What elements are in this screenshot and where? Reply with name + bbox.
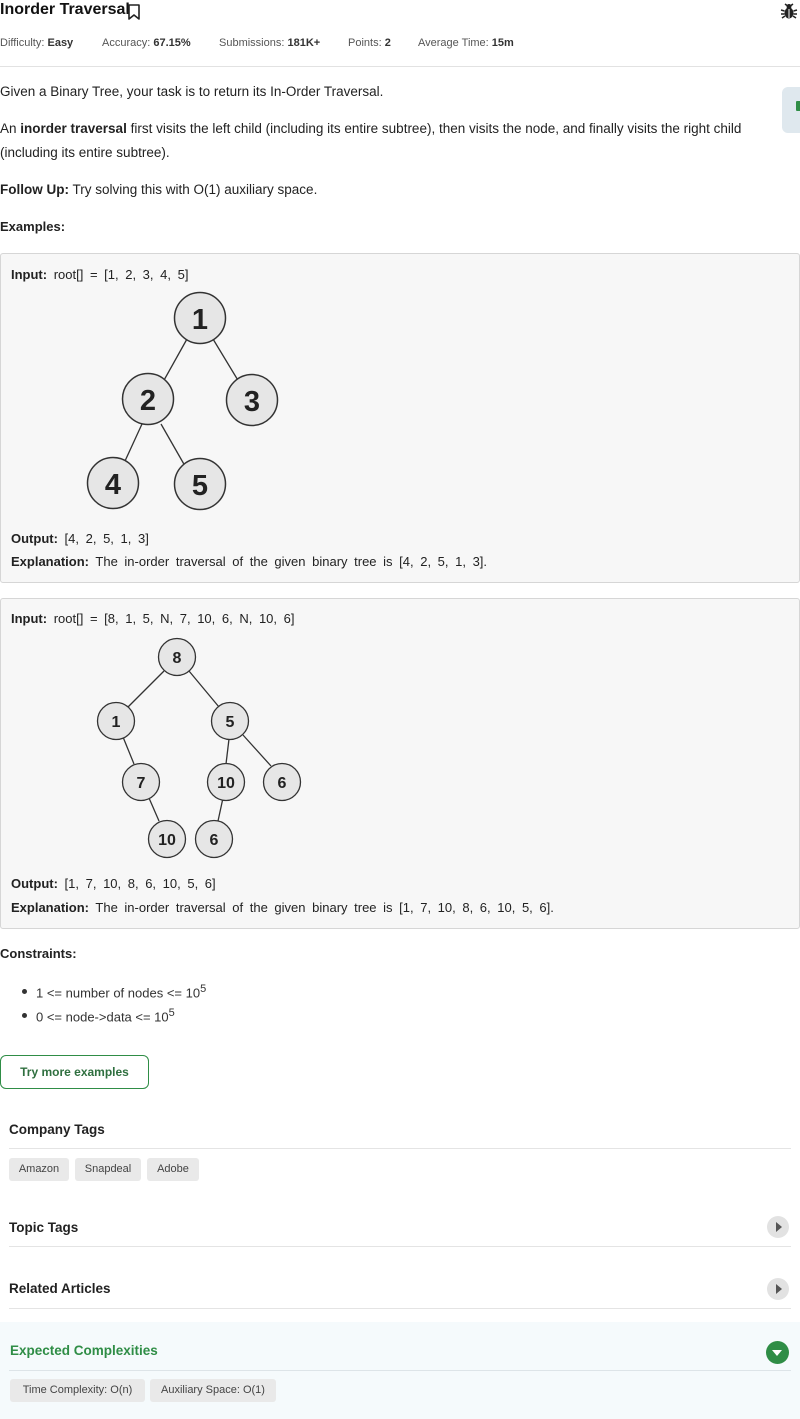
description-definition-line2: (including its entire subtree).: [0, 145, 170, 160]
constraint-exponent: 5: [168, 1007, 175, 1019]
bug-icon[interactable]: [780, 2, 798, 20]
points-meta: Points: 2: [348, 37, 391, 49]
divider: [9, 1148, 791, 1149]
tree-node: 2: [121, 372, 175, 426]
complexity-tag: Auxiliary Space: O(1): [150, 1379, 276, 1402]
tree-node: 1: [173, 291, 227, 345]
accuracy-value: 67.15%: [153, 37, 191, 49]
constraint-item: 1 <= number of nodes <= 105: [36, 983, 206, 1000]
examples-heading: Examples:: [0, 219, 66, 234]
node-label: 10: [217, 775, 235, 792]
related-articles-heading[interactable]: Related Articles: [9, 1281, 111, 1296]
divider: [9, 1246, 791, 1247]
node-label: 6: [210, 832, 219, 849]
side-panel-icon: [796, 101, 800, 111]
node-label: 8: [173, 650, 182, 667]
node-label: 10: [158, 832, 176, 849]
difficulty-value: Easy: [47, 37, 74, 49]
tree-node: 10: [147, 819, 187, 859]
points-value: 2: [384, 37, 391, 49]
side-panel-toggle[interactable]: [782, 87, 800, 133]
expected-complexities-heading[interactable]: Expected Complexities: [10, 1343, 158, 1358]
accuracy-label: Accuracy:: [102, 37, 151, 49]
chevron-down-icon[interactable]: [766, 1341, 789, 1364]
output-value: [1, 7, 10, 8, 6, 10, 5, 6]: [64, 876, 216, 891]
follow-up-text: Try solving this with O(1) auxiliary spa…: [68, 182, 318, 197]
node-label: 4: [105, 469, 121, 501]
constraints-heading: Constraints:: [0, 946, 77, 961]
node-label: 3: [244, 386, 260, 418]
tree-node: 6: [262, 762, 302, 802]
constraint-exponent: 5: [200, 983, 207, 995]
difficulty-meta: Difficulty: Easy: [0, 37, 73, 49]
company-tag[interactable]: Amazon: [9, 1158, 69, 1181]
example-2: Input: root[] = [8, 1, 5, N, 7, 10, 6, N…: [0, 598, 800, 929]
node-label: 7: [137, 775, 146, 792]
tree-node: 1: [96, 701, 136, 741]
node-label: 1: [112, 714, 121, 731]
definition-term: inorder traversal: [20, 121, 127, 136]
chevron-right-icon[interactable]: [767, 1216, 789, 1238]
example-2-output: Output: [1, 7, 10, 8, 6, 10, 5, 6]: [11, 876, 216, 891]
company-tags-heading[interactable]: Company Tags: [9, 1122, 105, 1137]
description-intro: Given a Binary Tree, your task is to ret…: [0, 84, 384, 99]
follow-up: Follow Up: Try solving this with O(1) au…: [0, 178, 317, 202]
divider: [9, 1370, 791, 1371]
bookmark-icon[interactable]: [126, 3, 142, 21]
example-1-explanation: Explanation: The in-order traversal of t…: [11, 554, 487, 569]
points-label: Points:: [348, 37, 382, 49]
explanation-label: Explanation:: [11, 554, 90, 569]
example-1: Input: root[] = [1, 2, 3, 4, 5] 1 2 3 4 …: [0, 253, 800, 583]
output-label: Output:: [11, 876, 58, 891]
constraint-text: 0 <= node->data <= 10: [36, 1009, 169, 1025]
bullet: [22, 989, 27, 994]
problem-title: Inorder Traversal: [0, 1, 130, 18]
tree-node: 5: [210, 701, 250, 741]
company-tag[interactable]: Snapdeal: [75, 1158, 141, 1181]
tree-node: 4: [86, 456, 140, 510]
difficulty-label: Difficulty:: [0, 37, 45, 49]
submissions-value: 181K+: [287, 37, 321, 49]
tree-node: 5: [173, 457, 227, 511]
output-label: Output:: [11, 531, 58, 546]
try-more-examples-button[interactable]: Try more examples: [0, 1055, 149, 1089]
tree-node: 3: [225, 373, 279, 427]
explanation-value: The in-order traversal of the given bina…: [95, 554, 488, 569]
tree-node: 10: [206, 762, 246, 802]
tree-node: 7: [121, 762, 161, 802]
topic-tags-heading[interactable]: Topic Tags: [9, 1220, 78, 1235]
divider: [9, 1308, 791, 1309]
description-definition: An inorder traversal first visits the le…: [0, 117, 741, 141]
problem-header: Inorder Traversal Difficulty: Easy Accur…: [0, 0, 800, 67]
definition-text: first visits the left child (including i…: [126, 121, 742, 136]
follow-up-label: Follow Up:: [0, 182, 69, 197]
chevron-right-icon[interactable]: [767, 1278, 789, 1300]
constraint-text: 1 <= number of nodes <= 10: [36, 985, 201, 1001]
submissions-meta: Submissions: 181K+: [219, 37, 320, 49]
accuracy-meta: Accuracy: 67.15%: [102, 37, 191, 49]
example-1-output: Output: [4, 2, 5, 1, 3]: [11, 531, 149, 546]
definition-prefix: An: [0, 121, 21, 136]
node-label: 1: [192, 304, 208, 336]
example-2-explanation: Explanation: The in-order traversal of t…: [11, 900, 554, 915]
bullet: [22, 1013, 27, 1018]
submissions-label: Submissions:: [219, 37, 285, 49]
explanation-label: Explanation:: [11, 900, 90, 915]
company-tag[interactable]: Adobe: [147, 1158, 199, 1181]
node-label: 6: [278, 775, 287, 792]
node-label: 5: [192, 470, 208, 502]
average-time-meta: Average Time: 15m: [418, 37, 514, 49]
average-time-label: Average Time:: [418, 37, 489, 49]
complexity-tag: Time Complexity: O(n): [10, 1379, 145, 1402]
constraint-item: 0 <= node->data <= 105: [36, 1007, 175, 1024]
node-label: 5: [226, 714, 235, 731]
node-label: 2: [140, 385, 156, 417]
output-value: [4, 2, 5, 1, 3]: [64, 531, 149, 546]
explanation-value: The in-order traversal of the given bina…: [95, 900, 554, 915]
tree-node: 8: [157, 637, 197, 677]
tree-node: 6: [194, 819, 234, 859]
average-time-value: 15m: [491, 37, 514, 49]
